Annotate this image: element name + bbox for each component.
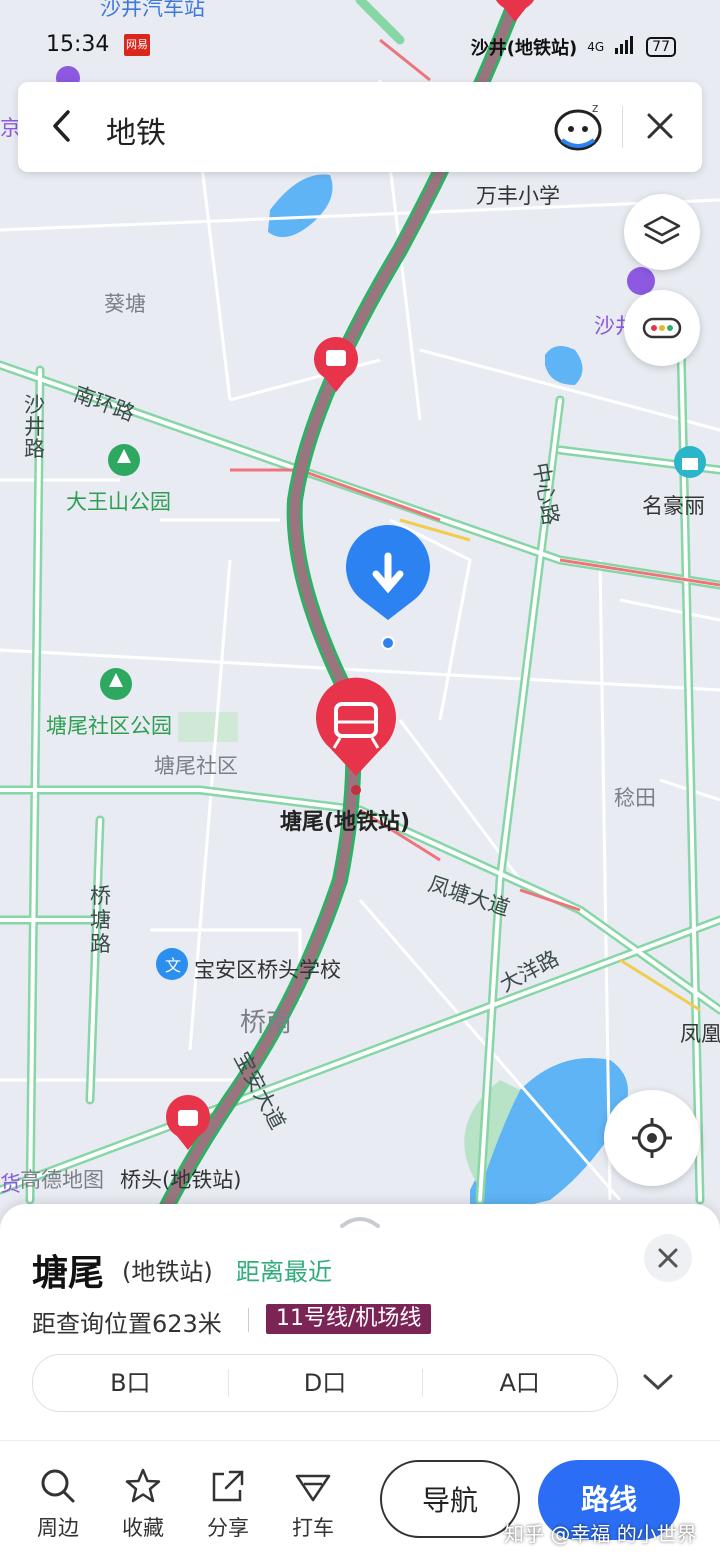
label-huo-partial: 货 [0,1172,21,1196]
search-bar[interactable]: 地铁 z [18,82,702,172]
navigate-button[interactable]: 导航 [380,1460,520,1538]
map-layers-button[interactable] [624,194,700,270]
battery-indicator: 77 [646,37,676,57]
label-wanfeng-school[interactable]: 万丰小学 [476,180,560,210]
close-icon [647,113,673,139]
label-tangwei-station[interactable]: 塘尾(地铁站) [280,804,410,836]
close-icon [658,1248,678,1268]
network-type: 4G [587,40,605,54]
label-shajing-road: 沙井路 [24,393,45,461]
taxi-label: 打车 [292,1516,334,1540]
nearest-tag: 距离最近 [236,1258,332,1286]
info-divider [248,1308,249,1332]
back-button[interactable] [40,104,84,148]
watermark: 知乎 @幸福 的小世界 [504,1522,697,1546]
map-canvas[interactable]: 文 [0,0,720,1228]
locate-icon [632,1118,672,1158]
label-qiaotang-road: 桥塘路 [90,884,111,956]
map-view[interactable]: 文 沙井汽车站 万丰小学 葵塘 南环路 沙井路 大王山公园 中心路 名豪丽 塘尾… [0,0,720,1228]
house-icon-minghao [674,446,706,478]
status-right: 沙井(地铁站) 4G 77 [471,34,676,60]
search-icon [41,1469,75,1503]
label-dawangshan-park[interactable]: 大王山公园 [66,486,171,516]
favorite-action[interactable]: 收藏 [113,1466,173,1542]
label-qiaotou-school[interactable]: 宝安区桥头学校 [194,954,341,984]
label-kuitang: 葵塘 [104,292,146,316]
exit-b[interactable]: B口 [33,1355,228,1411]
traffic-icon [642,317,682,339]
exit-selector[interactable]: B口 D口 A口 [32,1354,618,1412]
exit-a[interactable]: A口 [422,1355,617,1411]
sheet-separator [0,1440,720,1441]
share-icon [212,1470,244,1502]
favorite-label: 收藏 [122,1516,164,1540]
nearby-label: 周边 [37,1516,79,1540]
label-fenghuang: 凤凰 [680,1022,720,1046]
label-qiaonan: 桥南 [240,1008,293,1038]
label-minghao[interactable]: 名豪丽 [642,490,705,520]
sheet-close-button[interactable] [644,1234,692,1282]
label-wentian: 稔田 [614,786,656,810]
label-qiaotou-station[interactable]: 桥头(地铁站) [120,1164,241,1194]
sheet-handle-icon[interactable] [338,1214,382,1230]
traffic-button[interactable] [624,290,700,366]
taxi-icon [295,1474,331,1502]
taxi-action[interactable]: 打车 [283,1466,343,1542]
distance-text: 距查询位置623米 [32,1310,222,1338]
back-arrow-icon [53,110,70,142]
label-top-station: 沙井汽车站 [100,0,205,20]
nearby-action[interactable]: 周边 [28,1466,88,1542]
metro-line-badge[interactable]: 11号线/机场线 [266,1304,432,1334]
status-bar: 15:34 网易 沙井(地铁站) 4G 77 [0,24,720,64]
status-time: 15:34 [46,32,110,57]
label-tangwei-community: 塘尾社区 [154,754,238,778]
star-icon [125,1468,161,1503]
share-label: 分享 [207,1516,249,1540]
chevron-down-icon [643,1374,673,1391]
layers-icon [643,215,681,245]
park-icon-dawangshan [108,444,140,476]
place-type: (地铁站) [122,1258,213,1286]
amap-logo: 高德地图 [20,1168,104,1192]
locate-me-button[interactable] [604,1090,700,1186]
exit-d[interactable]: D口 [227,1355,423,1411]
svg-text:z: z [592,101,598,115]
svg-text:文: 文 [165,956,181,975]
place-detail-sheet[interactable]: 塘尾 (地铁站) 距离最近 距查询位置623米 11号线/机场线 B口 D口 A… [0,1204,720,1560]
share-action[interactable]: 分享 [198,1466,258,1542]
overlay-station-label: 沙井(地铁站) [470,38,578,59]
signal-icon [614,35,636,59]
expand-exits-button[interactable] [636,1362,680,1402]
assistant-bot-icon[interactable]: z [552,100,608,154]
label-tangwei-park[interactable]: 塘尾社区公园 [46,710,172,740]
search-divider [622,106,623,148]
place-title: 塘尾 [32,1253,105,1294]
app-notification-badge: 网易 [124,34,150,56]
clear-search-button[interactable] [638,104,682,148]
park-icon-tangwei [100,668,132,700]
search-query[interactable]: 地铁 [106,108,166,152]
